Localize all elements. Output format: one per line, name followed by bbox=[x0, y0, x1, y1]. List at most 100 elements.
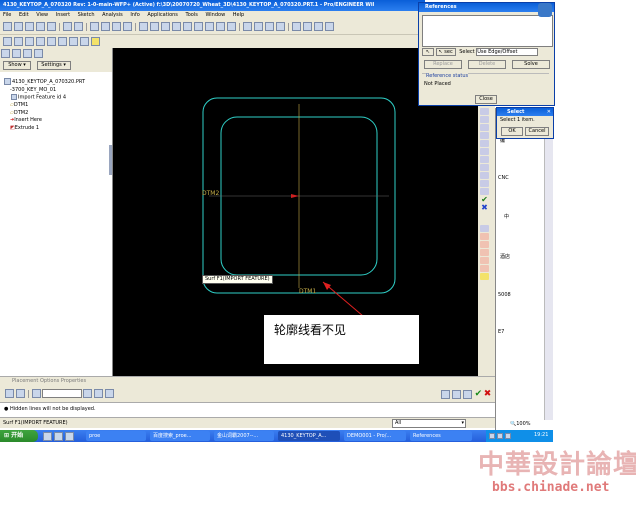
cancel-sketch-icon[interactable]: ✖ bbox=[480, 204, 489, 212]
repaint-icon[interactable] bbox=[161, 22, 170, 31]
datum-axis-tool-icon[interactable] bbox=[480, 233, 489, 240]
task-button-5[interactable]: DEMO001 - Pro/... bbox=[344, 431, 406, 441]
xsec-button[interactable]: ↖ sec bbox=[435, 48, 456, 56]
replace-button[interactable]: Replace bbox=[424, 60, 462, 69]
model-tree-tab-icon[interactable] bbox=[1, 49, 10, 58]
no-hidden-icon[interactable] bbox=[265, 22, 274, 31]
undo-icon[interactable] bbox=[63, 22, 72, 31]
task-button-1[interactable]: proe bbox=[86, 431, 146, 441]
copy-icon[interactable] bbox=[101, 22, 110, 31]
datum-curve-icon[interactable] bbox=[69, 37, 78, 46]
select-arrow-button[interactable]: ↖ bbox=[422, 48, 434, 56]
bg-window-scrollbar[interactable] bbox=[544, 138, 553, 420]
text-tool-icon[interactable] bbox=[480, 164, 489, 171]
depth-option-icon[interactable] bbox=[32, 389, 41, 398]
dimension-icon[interactable] bbox=[480, 140, 489, 147]
shading-icon[interactable] bbox=[276, 22, 285, 31]
filter-dropdown[interactable]: All ▾ bbox=[392, 419, 466, 428]
refit-icon[interactable] bbox=[194, 22, 203, 31]
palette-icon[interactable] bbox=[480, 172, 489, 179]
flip-icon[interactable] bbox=[83, 389, 92, 398]
folder-browser-icon[interactable] bbox=[12, 49, 21, 58]
quick-launch-ie-icon[interactable] bbox=[43, 432, 52, 441]
tree-item-dtm2[interactable]: ▱DTM2 bbox=[3, 110, 109, 118]
hidden-line-icon[interactable] bbox=[254, 22, 263, 31]
point-icon[interactable] bbox=[36, 37, 45, 46]
tree-item-insert-here[interactable]: ➜Insert Here bbox=[3, 117, 109, 125]
preview-icon[interactable] bbox=[452, 390, 461, 399]
tray-ime-icon[interactable] bbox=[505, 433, 511, 439]
cancel-x-icon[interactable]: ✖ bbox=[484, 389, 492, 399]
menu-insert[interactable]: Insert bbox=[56, 12, 70, 18]
modify-icon[interactable] bbox=[480, 148, 489, 155]
pause-icon[interactable] bbox=[441, 390, 450, 399]
depth-value-field[interactable] bbox=[42, 389, 82, 398]
spline-icon[interactable] bbox=[480, 116, 489, 123]
analysis-tool-icon[interactable] bbox=[480, 265, 489, 272]
menu-help[interactable]: Help bbox=[233, 12, 244, 18]
menu-edit[interactable]: Edit bbox=[19, 12, 29, 18]
tree-item-key-model[interactable]: -3700_KEY_MO_01 bbox=[3, 87, 109, 95]
task-button-6[interactable]: References bbox=[410, 431, 472, 441]
context-help-icon[interactable] bbox=[91, 37, 100, 46]
layers-icon[interactable] bbox=[227, 22, 236, 31]
sketch-tool-icon[interactable] bbox=[480, 273, 489, 280]
connections-icon[interactable] bbox=[34, 49, 43, 58]
menu-view[interactable]: View bbox=[36, 12, 48, 18]
quick-launch-desktop-icon[interactable] bbox=[54, 432, 63, 441]
datum-curve-tool-icon[interactable] bbox=[480, 241, 489, 248]
csys-tool-icon[interactable] bbox=[480, 257, 489, 264]
datum-point-tool-icon[interactable] bbox=[480, 249, 489, 256]
show-dropdown[interactable]: Show ▾ bbox=[3, 61, 31, 70]
task-button-3[interactable]: 金山词霸2007--... bbox=[214, 431, 274, 441]
saved-views-icon[interactable] bbox=[216, 22, 225, 31]
accept-sketch-icon[interactable]: ✔ bbox=[480, 196, 489, 204]
delete-button[interactable]: Delete bbox=[468, 60, 506, 69]
task-button-2[interactable]: 百度搜索_proe... bbox=[150, 431, 210, 441]
extrude-solid-icon[interactable] bbox=[5, 389, 14, 398]
menu-window[interactable]: Window bbox=[205, 12, 225, 18]
dashboard-tabs[interactable]: Placement Options Properties bbox=[0, 377, 495, 386]
tree-item-dtm1[interactable]: ▱DTM1 bbox=[3, 102, 109, 110]
print-icon[interactable] bbox=[36, 22, 45, 31]
zoom-in-icon[interactable] bbox=[172, 22, 181, 31]
verify-icon[interactable] bbox=[463, 390, 472, 399]
open-icon[interactable] bbox=[14, 22, 23, 31]
remove-material-icon[interactable] bbox=[94, 389, 103, 398]
analysis-icon[interactable] bbox=[58, 37, 67, 46]
use-edge-icon[interactable] bbox=[480, 132, 489, 139]
zoom-out-icon[interactable] bbox=[183, 22, 192, 31]
fillet-icon[interactable] bbox=[480, 108, 489, 115]
point-tool-icon[interactable] bbox=[480, 124, 489, 131]
navigator-sash[interactable] bbox=[109, 145, 112, 175]
references-list[interactable] bbox=[422, 15, 553, 47]
ok-button[interactable]: OK bbox=[501, 127, 523, 136]
find-icon[interactable] bbox=[139, 22, 148, 31]
quick-launch-app-icon[interactable] bbox=[65, 432, 74, 441]
mirror-icon[interactable] bbox=[480, 188, 489, 195]
tree-item-part[interactable]: 4130_KEYTOP_A_070320.PRT bbox=[3, 78, 109, 87]
menu-file[interactable]: File bbox=[3, 12, 11, 18]
menu-applications[interactable]: Applications bbox=[147, 12, 178, 18]
constraint-icon[interactable] bbox=[480, 156, 489, 163]
reorient-icon[interactable] bbox=[205, 22, 214, 31]
close-button[interactable]: Close bbox=[475, 95, 497, 104]
cancel-button[interactable]: Cancel bbox=[525, 127, 549, 136]
tree-item-extrude[interactable]: ◩Extrude 1 bbox=[3, 125, 109, 133]
menu-tools[interactable]: Tools bbox=[186, 12, 198, 18]
close-icon[interactable]: ✕ bbox=[547, 108, 551, 116]
save-icon[interactable] bbox=[25, 22, 34, 31]
regenerate-icon[interactable] bbox=[123, 22, 132, 31]
new-icon[interactable] bbox=[3, 22, 12, 31]
cut-icon[interactable] bbox=[90, 22, 99, 31]
menu-sketch[interactable]: Sketch bbox=[78, 12, 95, 18]
thicken-icon[interactable] bbox=[105, 389, 114, 398]
paste-icon[interactable] bbox=[112, 22, 121, 31]
axis-icon[interactable] bbox=[25, 37, 34, 46]
redo-icon[interactable] bbox=[74, 22, 83, 31]
select-icon[interactable] bbox=[150, 22, 159, 31]
datum-planes-icon[interactable] bbox=[292, 22, 301, 31]
tray-volume-icon[interactable] bbox=[497, 433, 503, 439]
datum-points-icon[interactable] bbox=[314, 22, 323, 31]
start-button[interactable]: ⊞ 开始 bbox=[0, 430, 38, 442]
